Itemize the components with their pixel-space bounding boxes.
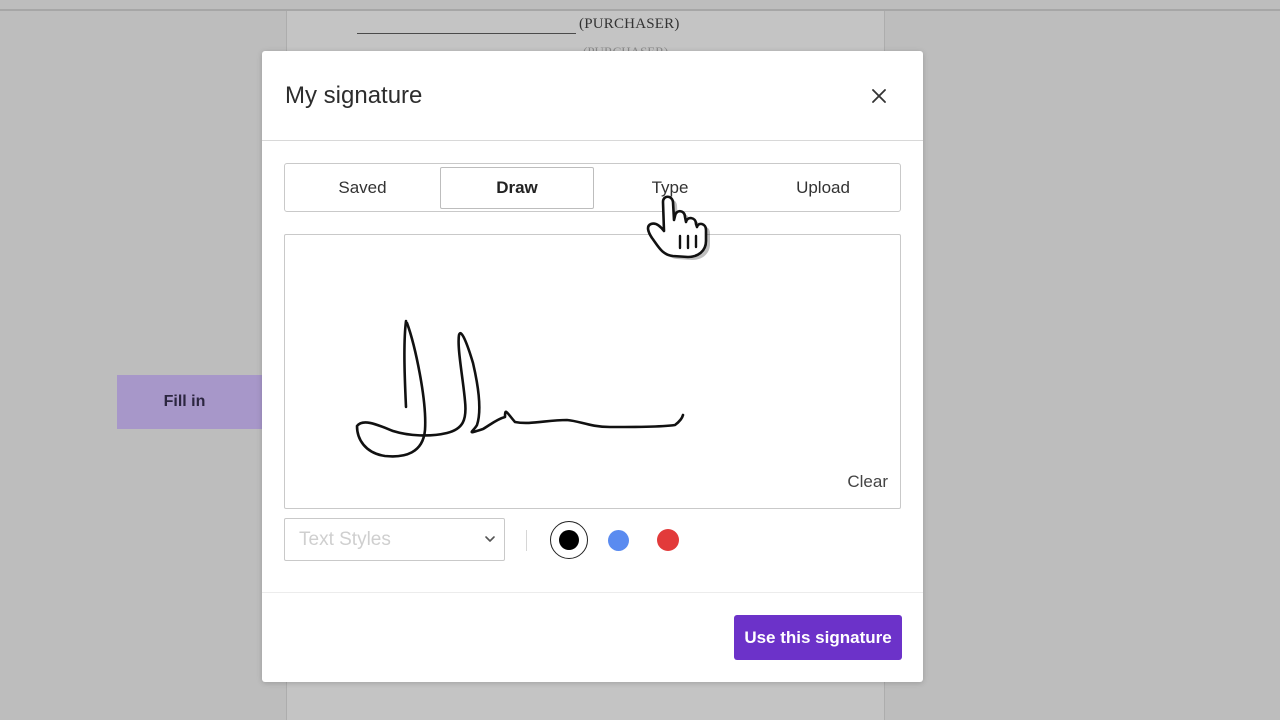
chevron-down-icon [485, 536, 495, 542]
text-styles-placeholder: Text Styles [299, 528, 391, 550]
use-this-signature-button[interactable]: Use this signature [734, 615, 902, 660]
purchaser-signature-line [357, 33, 576, 34]
fill-in-label: Fill in [163, 393, 206, 410]
close-icon [872, 89, 886, 103]
drawn-signature [355, 319, 685, 458]
text-styles-select[interactable]: Text Styles [284, 518, 505, 561]
toolbar-divider [526, 530, 527, 551]
tab-upload[interactable]: Upload [746, 164, 900, 211]
modal-title: My signature [285, 82, 423, 109]
footer-divider [262, 592, 923, 593]
signature-modal: My signature Saved Draw Type Upload Clea… [262, 51, 923, 682]
purchaser-label: (PURCHASER) [579, 16, 680, 32]
signature-mode-tabs: Saved Draw Type Upload [284, 163, 901, 212]
color-swatch-black[interactable] [559, 530, 579, 550]
signature-drawing-canvas[interactable]: Clear [284, 234, 901, 509]
color-swatch-blue[interactable] [608, 530, 629, 551]
clear-button[interactable]: Clear [847, 472, 888, 492]
color-swatch-red[interactable] [657, 529, 679, 551]
tab-type[interactable]: Type [594, 164, 746, 211]
tab-saved[interactable]: Saved [285, 164, 440, 211]
tab-draw[interactable]: Draw [440, 167, 594, 209]
header-divider [262, 140, 923, 141]
fill-in-tag[interactable]: Fill in [117, 375, 262, 429]
close-button[interactable] [863, 80, 895, 112]
purchaser-label-ghost: (PURCHASER) [583, 44, 668, 51]
